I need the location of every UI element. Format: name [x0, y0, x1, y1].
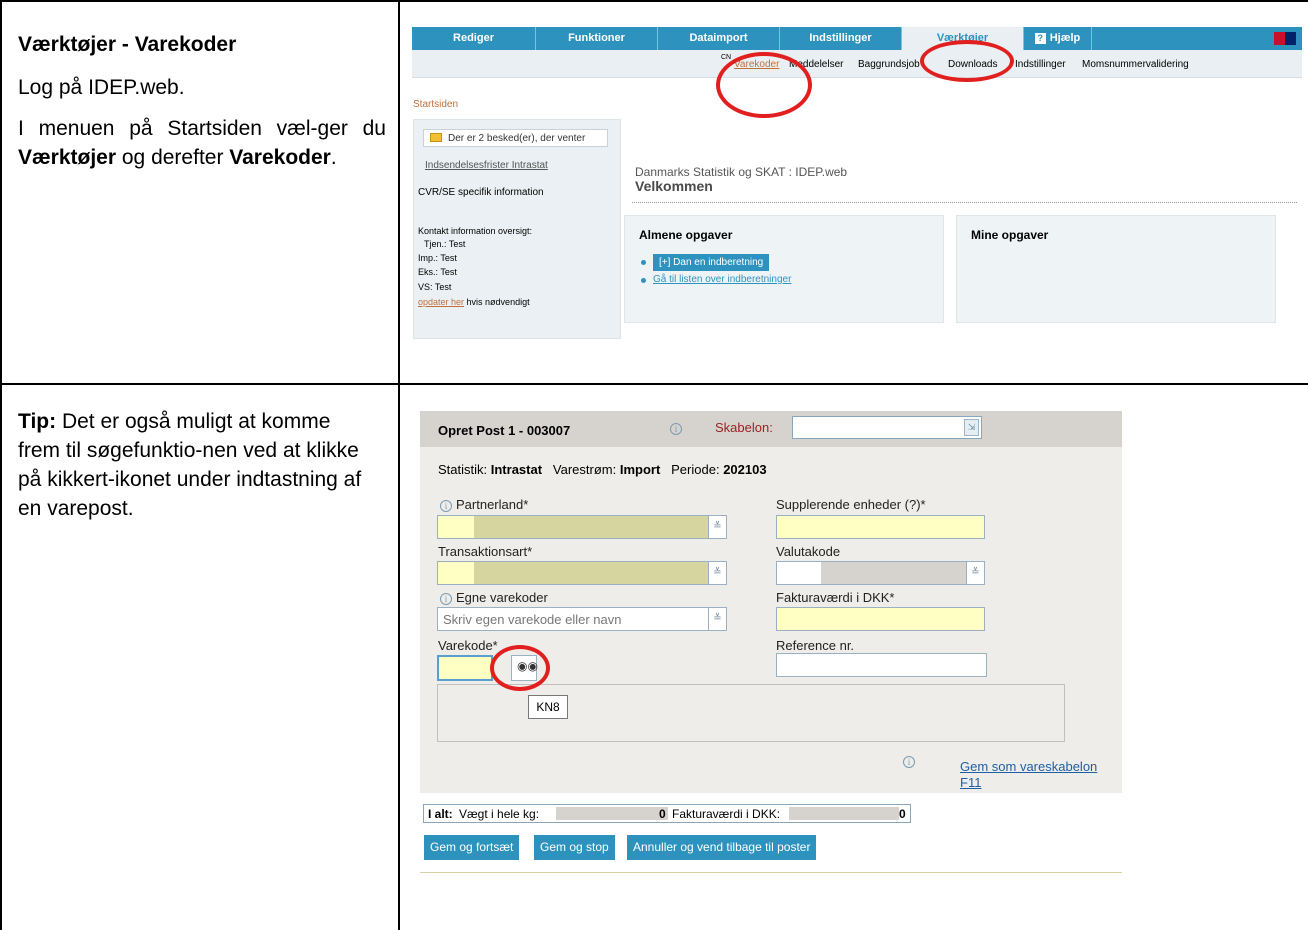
egne-varekoder-label: i Egne varekoder — [440, 590, 548, 605]
update-contact: opdater her hvis nødvendigt — [418, 297, 530, 307]
menu-dataimport[interactable]: Dataimport — [658, 27, 780, 50]
deadlines-link[interactable]: Indsendelsesfrister Intrastat — [425, 160, 548, 171]
kn8-tooltip: KN8 — [528, 695, 568, 719]
post-header: Opret Post 1 - 003007 i Skabelon: ⇲ — [420, 411, 1122, 447]
row2-tip: Tip: Det er også muligt at komme frem ti… — [18, 407, 368, 535]
chevron-down-icon[interactable]: ≚ — [708, 608, 726, 630]
table-border-left — [0, 0, 2, 930]
menu-indstillinger[interactable]: Indstillinger — [780, 27, 902, 50]
totals-bar: I alt: Vægt i hele kg: 0 Fakturaværdi i … — [423, 804, 911, 823]
fakturavaerdi-label: Fakturaværdi i DKK* — [776, 590, 895, 605]
info-icon[interactable]: i — [670, 423, 682, 435]
contact-imp: Imp.: Test — [418, 253, 457, 263]
messages-box[interactable]: Der er 2 besked(er), der venter — [423, 129, 608, 147]
language-flag-icon[interactable] — [1274, 32, 1296, 45]
fakturavaerdi-input[interactable] — [776, 607, 985, 631]
table-column-divider — [398, 0, 400, 930]
post-meta: Statistik: Intrastat Varestrøm: Import P… — [420, 447, 1122, 493]
login-instruction: Log på IDEP.web. — [18, 76, 185, 99]
contact-overview: Kontakt information oversigt: — [418, 226, 533, 236]
save-stop-button[interactable]: Gem og stop — [534, 835, 615, 860]
row1-instructions: Værktøjer - Varekoder Log på IDEP.web. I… — [18, 30, 386, 184]
invoice-total: 0 — [899, 807, 906, 821]
bullet — [641, 260, 646, 265]
save-template-link[interactable]: Gem som vareskabelon F11 — [960, 759, 1097, 791]
contact-tjen: Tjen.: Test — [424, 239, 466, 249]
breadcrumb[interactable]: Startsiden — [413, 99, 458, 110]
invoice-total-label: Fakturaværdi i DKK: — [672, 807, 781, 821]
general-tasks-title: Almene opgaver — [639, 228, 733, 242]
highlight-circle-varekoder — [716, 52, 812, 118]
partnerland-label: i Partnerland* — [440, 497, 528, 512]
post-form: i Partnerland* ≚ Transaktionsart* ≚ i Egne… — [420, 493, 1122, 793]
create-post-screenshot: Opret Post 1 - 003007 i Skabelon: ⇲ Stat… — [420, 411, 1122, 876]
menu-instruction: I menuen på Startsiden væl-ger du Værktø… — [18, 117, 386, 169]
chevron-down-icon[interactable]: ≚ — [708, 516, 726, 538]
info-icon[interactable]: i — [903, 756, 915, 768]
my-tasks-panel: Mine opgaver — [956, 215, 1276, 323]
weight-total: 0 — [659, 807, 666, 821]
envelope-icon — [430, 133, 442, 142]
chevron-down-icon[interactable]: ≚ — [708, 562, 726, 584]
tip-paragraph: Tip: Det er også muligt at komme frem ti… — [18, 410, 362, 520]
update-link[interactable]: opdater her — [418, 297, 464, 307]
reference-label: Reference nr. — [776, 638, 855, 653]
idep-start-screenshot: Rediger Funktioner Dataimport Indstillin… — [412, 27, 1302, 367]
egne-varekoder-select[interactable]: Skriv egen varekode eller navn ≚ — [437, 607, 727, 631]
contact-eks: Eks.: Test — [418, 267, 457, 277]
post-title: Opret Post 1 - 003007 — [438, 423, 571, 438]
submenu-cn[interactable]: CN — [721, 54, 731, 61]
report-list-link[interactable]: Gå til listen over indberetninger — [653, 274, 791, 285]
meta-line: Statistik: Intrastat Varestrøm: Import P… — [438, 462, 767, 477]
info-icon[interactable]: i — [440, 593, 452, 605]
menu-funktioner[interactable]: Funktioner — [536, 27, 658, 50]
template-input[interactable]: ⇲ — [792, 416, 982, 439]
egne-varekoder-placeholder: Skriv egen varekode eller navn — [443, 612, 622, 627]
varekode-input[interactable] — [437, 655, 493, 681]
main-menu-bar: Rediger Funktioner Dataimport Indstillin… — [412, 27, 1302, 50]
info-icon[interactable]: i — [440, 500, 452, 512]
valutakode-select[interactable]: ≚ — [776, 561, 985, 585]
section-heading: Værktøjer - Varekoder — [18, 33, 237, 56]
my-tasks-title: Mine opgaver — [971, 228, 1049, 242]
submenu-baggrundsjob[interactable]: Baggrundsjob — [858, 59, 920, 70]
submenu-momsnummervalidering[interactable]: Momsnummervalidering — [1082, 59, 1189, 70]
highlight-circle-vaerktojer — [920, 40, 1014, 82]
divider — [632, 202, 1297, 203]
submenu-indstillinger[interactable]: Indstillinger — [1015, 59, 1066, 70]
divider — [420, 872, 1122, 873]
welcome-title: Velkommen — [635, 178, 713, 194]
varekode-label: Varekode* — [438, 638, 498, 653]
menu-rediger[interactable]: Rediger — [412, 27, 536, 50]
transaktionsart-select[interactable]: ≚ — [437, 561, 727, 585]
chevron-down-icon[interactable]: ≚ — [966, 562, 984, 584]
help-icon: ? — [1034, 33, 1046, 44]
partnerland-select[interactable]: ≚ — [437, 515, 727, 539]
table-border-top — [0, 0, 1308, 2]
supplerende-label: Supplerende enheder (?)* — [776, 497, 926, 512]
kn8-description-area: KN8 — [437, 684, 1065, 742]
info-sidebar: Der er 2 besked(er), der venter Indsende… — [413, 119, 621, 339]
cancel-return-button[interactable]: Annuller og vend tilbage til poster — [627, 835, 817, 860]
template-picker-icon[interactable]: ⇲ — [964, 419, 979, 436]
weight-label: Vægt i hele kg: — [459, 807, 540, 821]
menu-hjaelp[interactable]: ? Hjælp — [1024, 27, 1092, 50]
transaktionsart-label: Transaktionsart* — [438, 544, 533, 559]
contact-vs: VS: Test — [418, 282, 452, 292]
bullet — [641, 278, 646, 283]
cvr-info: CVR/SE specifik information — [418, 187, 544, 198]
template-label: Skabelon: — [715, 420, 773, 435]
reference-input[interactable] — [776, 653, 987, 677]
valutakode-label: Valutakode — [776, 544, 841, 559]
supplerende-input[interactable] — [776, 515, 985, 539]
save-continue-button[interactable]: Gem og fortsæt — [424, 835, 520, 860]
table-row-divider — [0, 383, 1308, 385]
tools-submenu: CN Varekoder Meddelelser Baggrundsjob Do… — [412, 50, 1302, 78]
welcome-subtitle: Danmarks Statistik og SKAT : IDEP.web — [635, 165, 848, 179]
general-tasks-panel: Almene opgaver [+] Dan en indberetning G… — [624, 215, 944, 323]
create-report-button[interactable]: [+] Dan en indberetning — [653, 254, 770, 271]
highlight-circle-binoculars — [490, 645, 550, 691]
